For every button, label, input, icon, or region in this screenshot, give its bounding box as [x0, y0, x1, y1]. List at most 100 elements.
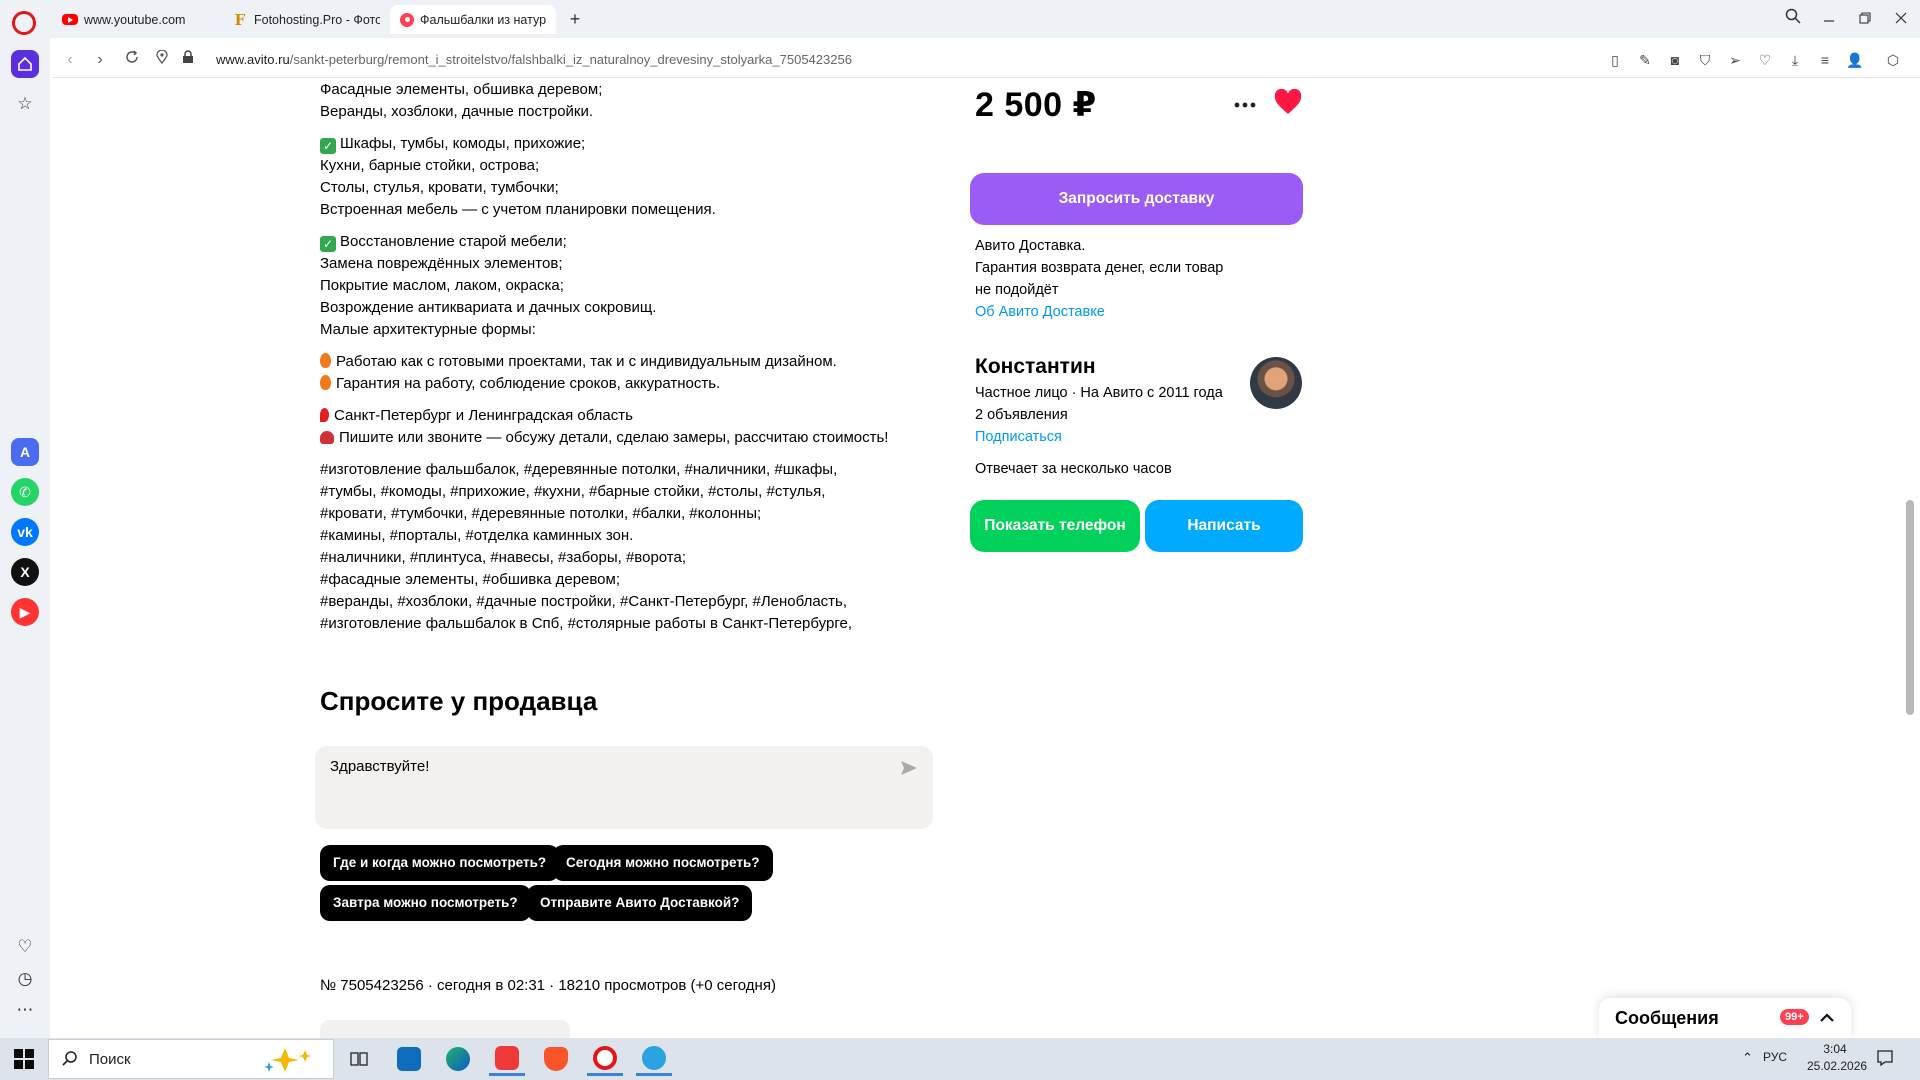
opera-sidebar: ☆ A ✆ vk X ▶ ♡ ◷ ⋯: [0, 38, 50, 1038]
ask-seller-box: [315, 746, 933, 829]
quick-question-chip[interactable]: Где и когда можно посмотреть?: [320, 845, 560, 881]
quick-question-chip[interactable]: Отправите Авито Доставкой?: [527, 885, 753, 921]
bookmarks-star-icon[interactable]: ☆: [11, 90, 39, 118]
desc-line: Покрытие маслом, лаком, окраска;: [320, 277, 564, 294]
x-twitter-icon[interactable]: X: [11, 558, 39, 586]
seller-name[interactable]: Константин: [975, 355, 1096, 379]
seller-ads-count[interactable]: 2 объявления: [975, 404, 1275, 426]
delivery-info: Авито Доставка. Гарантия возврата денег,…: [975, 235, 1295, 323]
reader-mode-icon[interactable]: ▯: [1606, 51, 1624, 69]
outlook-icon[interactable]: [391, 1042, 427, 1076]
edit-icon[interactable]: ✎: [1636, 51, 1654, 69]
shield-icon[interactable]: ⛉: [1696, 51, 1714, 69]
download-icon[interactable]: ⤓: [1786, 51, 1804, 69]
player-icon[interactable]: ▶: [11, 598, 39, 626]
chevron-up-icon[interactable]: [1818, 1009, 1836, 1027]
desc-line: Фасадные элементы, обшивка деревом;: [320, 81, 603, 98]
restore-icon[interactable]: [1852, 6, 1878, 32]
brave-icon[interactable]: [538, 1042, 574, 1076]
ask-seller-title: Спросите у продавца: [320, 686, 598, 716]
telegram-icon[interactable]: [636, 1042, 672, 1076]
about-delivery-link[interactable]: Об Авито Доставке: [975, 301, 1295, 323]
desc-line: ✓ Шкафы, тумбы, комоды, прихожие;: [320, 133, 960, 155]
close-window-icon[interactable]: [1888, 6, 1914, 32]
camera-icon[interactable]: ◙: [1666, 51, 1684, 69]
send-to-icon[interactable]: ➢: [1726, 51, 1744, 69]
more-dots-icon[interactable]: ⋯: [11, 996, 39, 1024]
listing-meta: № 7505423256 · сегодня в 02:31 · 18210 п…: [320, 977, 776, 994]
vivaldi-icon[interactable]: [489, 1042, 525, 1076]
subscribe-link[interactable]: Подписаться: [975, 426, 1275, 448]
write-message-button[interactable]: Написать: [1145, 500, 1303, 552]
price: 2 500 ₽: [975, 86, 1097, 124]
taskbar-search[interactable]: Поиск: [48, 1039, 334, 1079]
edge-icon[interactable]: [440, 1042, 476, 1076]
avito-listing-page: Фасадные элементы, обшивка деревом; Вера…: [52, 79, 1898, 1038]
messages-widget[interactable]: Сообщения 99+: [1599, 998, 1851, 1038]
hashtag-line: #изготовление фальшбалок в Спб, #столярн…: [320, 615, 852, 632]
search-icon: [62, 1051, 77, 1066]
ask-seller-input[interactable]: [330, 758, 890, 775]
tab-youtube[interactable]: www.youtube.com: [52, 5, 222, 34]
profile-icon[interactable]: 👤: [1846, 51, 1864, 69]
phone-icon: [320, 431, 334, 444]
more-options-icon[interactable]: [1233, 101, 1257, 109]
tab-avito-active[interactable]: Фальшбалки из натуральной древесины: [390, 5, 556, 34]
send-message-icon[interactable]: [899, 758, 919, 778]
request-delivery-button[interactable]: Запросить доставку: [970, 173, 1303, 225]
check-mark-icon: ✓: [320, 138, 336, 154]
history-clock-icon[interactable]: ◷: [11, 965, 39, 993]
lock-icon[interactable]: [176, 48, 200, 72]
tray-chevron-icon[interactable]: ⌃: [1742, 1050, 1753, 1066]
scrollbar-thumb[interactable]: [1906, 500, 1914, 715]
search-tabs-icon[interactable]: [1780, 6, 1806, 32]
url-field[interactable]: www.avito.ru/sankt-peterburg/remont_i_st…: [216, 52, 852, 67]
desc-line: Возрождение антиквариата и дачных сокров…: [320, 299, 657, 316]
hashtag-line: #кровати, #тумбочки, #деревянные потолки…: [320, 505, 762, 522]
quick-question-chip[interactable]: Сегодня можно посмотреть?: [553, 845, 773, 881]
windows-start-icon[interactable]: [14, 1049, 34, 1069]
desc-line: Кухни, барные стойки, острова;: [320, 157, 540, 174]
easy-setup-icon[interactable]: ≡: [1816, 51, 1834, 69]
opera-taskbar-icon[interactable]: [587, 1042, 623, 1076]
seller-response-time: Отвечает за несколько часов: [975, 461, 1172, 477]
task-view-icon[interactable]: [341, 1042, 377, 1076]
clock-time: 3:04: [1823, 1042, 1847, 1056]
whatsapp-icon[interactable]: ✆: [11, 478, 39, 506]
home-icon[interactable]: [11, 50, 39, 78]
location-pin-icon[interactable]: [150, 48, 174, 72]
fire-icon: [320, 375, 331, 390]
show-phone-button[interactable]: Показать телефон: [970, 500, 1140, 552]
forward-icon[interactable]: ›: [88, 48, 112, 72]
desc-line: Веранды, хозблоки, дачные постройки.: [320, 103, 594, 120]
notifications-icon[interactable]: [1876, 1049, 1894, 1072]
favorite-heart-icon[interactable]: [1274, 89, 1302, 115]
minimize-icon[interactable]: [1816, 6, 1842, 32]
new-tab-button[interactable]: +: [564, 8, 586, 30]
desc-line: Пишите или звоните — обсужу детали, сдел…: [320, 427, 960, 449]
heart-icon[interactable]: ♡: [11, 933, 39, 961]
reload-icon[interactable]: [120, 48, 144, 72]
hashtag-line: #веранды, #хозблоки, #дачные постройки, …: [320, 593, 848, 610]
search-placeholder: Поиск: [89, 1051, 131, 1068]
desc-line: Работаю как с готовыми проектами, так и …: [320, 351, 960, 373]
extensions-cube-icon[interactable]: ⬡: [1884, 51, 1902, 69]
opera-logo-icon[interactable]: [12, 11, 36, 35]
back-icon[interactable]: ‹: [58, 48, 82, 72]
input-language[interactable]: РУС: [1763, 1050, 1787, 1064]
vk-icon[interactable]: vk: [11, 518, 39, 546]
desc-line: Малые архитектурные формы:: [320, 321, 536, 338]
aria-icon[interactable]: A: [11, 438, 39, 466]
desc-line: ✓ Восстановление старой мебели;: [320, 231, 960, 253]
quick-question-chip[interactable]: Завтра можно посмотреть?: [320, 885, 531, 921]
delivery-line: Гарантия возврата денег, если товар: [975, 260, 1224, 276]
hashtag-line: #изготовление фальшбалок, #деревянные по…: [320, 461, 838, 478]
desc-line: Санкт-Петербург и Ленинградская область: [320, 405, 960, 427]
tab-fotohosting[interactable]: F Fotohosting.Pro - Фотохостинг: [222, 5, 390, 34]
favorites-heart-icon[interactable]: ♡: [1756, 51, 1774, 69]
delivery-line: не подойдёт: [975, 282, 1059, 298]
messages-label: Сообщения: [1615, 1008, 1719, 1028]
taskbar-clock[interactable]: 3:04 25.02.2026: [1807, 1041, 1867, 1075]
youtube-icon: [62, 14, 78, 25]
desc-line: Замена повреждённых элементов;: [320, 255, 563, 272]
